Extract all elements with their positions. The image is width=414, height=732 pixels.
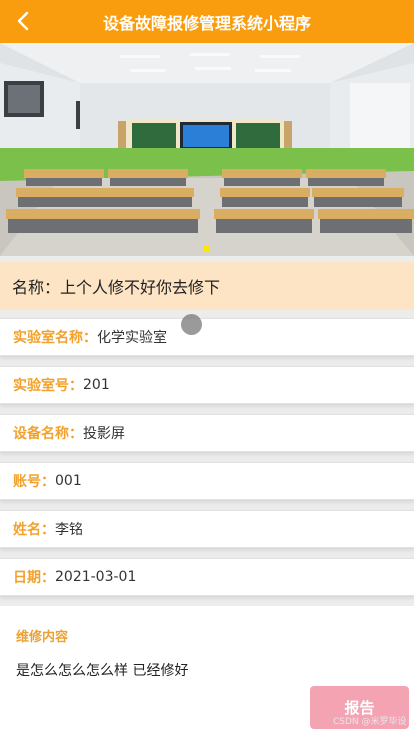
touch-indicator [181,314,202,335]
name-bar: 名称： 上个人修不好你去修下 [0,262,414,310]
field-value: 化学实验室 [97,330,167,346]
field-row-date: 日期： 2021-03-01 [0,558,414,596]
field-row-name: 姓名： 李铭 [0,510,414,548]
page-title: 设备故障报修管理系统小程序 [102,13,311,33]
field-label: 日期： [13,570,55,586]
repair-content-title: 维修内容 [16,630,69,645]
name-label: 名称： [12,278,61,297]
field-value: 李铭 [55,522,83,538]
name-value: 上个人修不好你去修下 [60,278,221,297]
classroom-illustration [0,43,414,256]
field-value: 201 [83,377,110,393]
field-label: 姓名： [13,522,55,538]
repair-content-text: 是怎么怎么怎么样 已经修好 [16,663,189,679]
field-row-lab-name: 实验室名称： 化学实验室 [0,318,414,356]
field-row-lab-number: 实验室号： 201 [0,366,414,404]
app-header: 设备故障报修管理系统小程序 [0,0,414,43]
field-value: 投影屏 [83,426,125,442]
field-label: 设备名称： [13,426,83,442]
field-value: 001 [55,473,82,489]
back-button[interactable] [10,8,36,34]
banner-image[interactable] [0,43,414,256]
chevron-left-icon [17,11,29,31]
field-row-account: 账号： 001 [0,462,414,500]
field-row-device-name: 设备名称： 投影屏 [0,414,414,452]
carousel-indicator[interactable] [203,245,210,252]
field-value: 2021-03-01 [55,569,137,585]
watermark: CSDN @米罗毕设 [333,717,407,727]
field-label: 实验室号： [13,378,83,394]
field-label: 实验室名称： [13,330,97,346]
field-label: 账号： [13,474,55,490]
